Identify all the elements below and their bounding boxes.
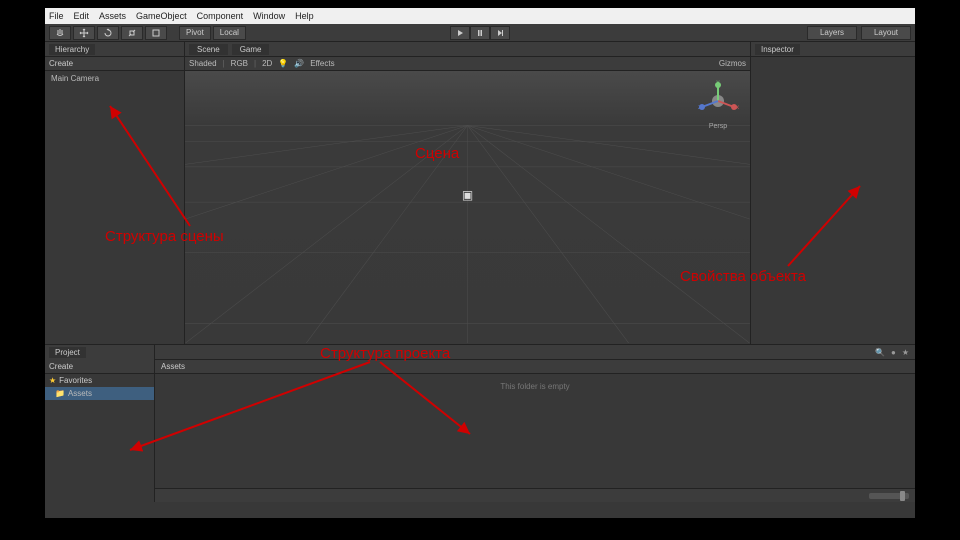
scene-panel: Scene Game Shaded | RGB | 2D 💡 🔊 Effects… bbox=[185, 42, 750, 344]
inspector-tab[interactable]: Inspector bbox=[755, 44, 800, 55]
app-frame: File Edit Assets GameObject Component Wi… bbox=[45, 8, 915, 518]
tool-scale[interactable] bbox=[121, 26, 143, 40]
menu-component[interactable]: Component bbox=[197, 11, 244, 21]
project-panel: Project Create ★Favorites 📁Assets 🔍 ● ★ … bbox=[45, 344, 915, 502]
projection-label[interactable]: Persp bbox=[696, 123, 740, 130]
assets-breadcrumb[interactable]: Assets bbox=[161, 362, 185, 371]
hierarchy-create[interactable]: Create bbox=[49, 59, 73, 68]
gizmos-dropdown[interactable]: Gizmos bbox=[719, 59, 746, 68]
rgb-dropdown[interactable]: RGB bbox=[231, 59, 248, 68]
play-controls bbox=[450, 26, 510, 40]
layout-dropdown[interactable]: Layout bbox=[861, 26, 911, 40]
play-button[interactable] bbox=[450, 26, 470, 40]
scene-viewport[interactable]: ▣ y x z Persp bbox=[185, 71, 750, 344]
project-search[interactable] bbox=[161, 347, 869, 357]
menu-edit[interactable]: Edit bbox=[74, 11, 90, 21]
project-tab[interactable]: Project bbox=[49, 347, 86, 358]
camera-icon: ▣ bbox=[462, 188, 473, 202]
star-filter-icon[interactable]: ★ bbox=[902, 348, 909, 357]
filter-icon[interactable]: ● bbox=[891, 348, 896, 357]
scene-tab[interactable]: Scene bbox=[189, 44, 228, 55]
project-create[interactable]: Create bbox=[49, 362, 73, 371]
inspector-panel: Inspector bbox=[750, 42, 915, 344]
main-area: Hierarchy Create Main Camera Scene Game … bbox=[45, 42, 915, 344]
tool-move[interactable] bbox=[73, 26, 95, 40]
folder-icon: 📁 bbox=[55, 389, 65, 398]
orientation-gizmo[interactable]: y x z bbox=[696, 79, 740, 123]
hierarchy-tab[interactable]: Hierarchy bbox=[49, 44, 95, 55]
pivot-toggle[interactable]: Pivot bbox=[179, 26, 211, 40]
pause-button[interactable] bbox=[470, 26, 490, 40]
menu-help[interactable]: Help bbox=[295, 11, 314, 21]
assets-grid[interactable]: This folder is empty bbox=[155, 374, 915, 488]
menu-window[interactable]: Window bbox=[253, 11, 285, 21]
empty-folder-text: This folder is empty bbox=[500, 382, 569, 391]
menubar: File Edit Assets GameObject Component Wi… bbox=[45, 8, 915, 24]
assets-folder[interactable]: 📁Assets bbox=[45, 387, 154, 400]
menu-file[interactable]: File bbox=[49, 11, 64, 21]
pivot-label: Pivot bbox=[186, 28, 204, 37]
audio-toggle[interactable]: 🔊 bbox=[294, 59, 304, 68]
hierarchy-item-main-camera[interactable]: Main Camera bbox=[51, 74, 178, 83]
tool-rotate[interactable] bbox=[97, 26, 119, 40]
local-label: Local bbox=[220, 28, 239, 37]
favorites-folder[interactable]: ★Favorites bbox=[45, 374, 154, 387]
thumbnail-size-slider[interactable] bbox=[869, 493, 909, 499]
tool-hand[interactable] bbox=[49, 26, 71, 40]
hierarchy-panel: Hierarchy Create Main Camera bbox=[45, 42, 185, 344]
scene-grid bbox=[185, 71, 750, 343]
light-toggle[interactable]: 💡 bbox=[278, 59, 288, 68]
step-button[interactable] bbox=[490, 26, 510, 40]
2d-toggle[interactable]: 2D bbox=[262, 59, 272, 68]
game-tab[interactable]: Game bbox=[232, 44, 270, 55]
menu-gameobject[interactable]: GameObject bbox=[136, 11, 187, 21]
tool-rect[interactable] bbox=[145, 26, 167, 40]
menu-assets[interactable]: Assets bbox=[99, 11, 126, 21]
layers-dropdown[interactable]: Layers bbox=[807, 26, 857, 40]
star-icon: ★ bbox=[49, 376, 56, 385]
toolbar: Pivot Local Layers Layout bbox=[45, 24, 915, 42]
shaded-dropdown[interactable]: Shaded bbox=[189, 59, 217, 68]
local-toggle[interactable]: Local bbox=[213, 26, 246, 40]
search-icon[interactable]: 🔍 bbox=[875, 348, 885, 357]
effects-dropdown[interactable]: Effects bbox=[310, 59, 334, 68]
